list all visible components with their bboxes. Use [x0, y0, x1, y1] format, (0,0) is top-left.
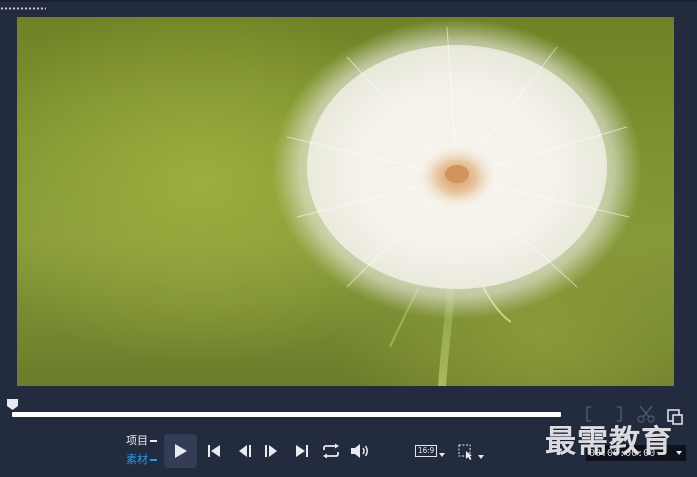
- repeat-icon: [323, 443, 339, 459]
- video-preview[interactable]: [17, 17, 674, 386]
- chevron-down-icon: [439, 453, 446, 457]
- chevron-down-icon: [676, 451, 682, 455]
- aspect-ratio-dropdown[interactable]: 16:9: [415, 445, 446, 457]
- mode-clip[interactable]: 素材: [126, 453, 157, 466]
- aspect-ratio-value: 16:9: [415, 445, 438, 457]
- chevron-down-icon: [478, 455, 484, 459]
- watermark: 最需教育: [545, 424, 673, 460]
- volume-icon: [351, 444, 368, 458]
- video-editor-player-panel: 项目 素材 16:9 00:00:00:00 最需教育: [0, 0, 697, 477]
- skip-to-end-button[interactable]: [293, 442, 311, 460]
- play-icon: [174, 444, 187, 458]
- pointer-select-dropdown[interactable]: [458, 443, 486, 461]
- next-frame-icon: [265, 445, 277, 457]
- skip-to-start-icon: [208, 445, 220, 457]
- skip-to-end-icon: [296, 445, 308, 457]
- play-button[interactable]: [164, 434, 197, 468]
- previous-frame-icon: [239, 445, 251, 457]
- dandelion-image: [272, 19, 642, 386]
- mode-clip-tick: [150, 458, 157, 461]
- panel-top-border: [0, 0, 697, 2]
- previous-frame-button[interactable]: [236, 442, 254, 460]
- volume-button[interactable]: [349, 442, 371, 460]
- mode-project-tick: [150, 439, 157, 442]
- next-frame-button[interactable]: [262, 442, 280, 460]
- scrubber-track[interactable]: [12, 412, 561, 417]
- scrubber-handle[interactable]: [6, 398, 19, 411]
- panel-drag-grip[interactable]: [0, 7, 46, 10]
- pointer-select-icon: [458, 444, 472, 460]
- skip-to-start-button[interactable]: [205, 442, 223, 460]
- mode-project[interactable]: 项目: [126, 434, 157, 447]
- repeat-button[interactable]: [320, 442, 342, 460]
- mode-project-label: 项目: [126, 434, 148, 447]
- mode-clip-label: 素材: [126, 453, 148, 466]
